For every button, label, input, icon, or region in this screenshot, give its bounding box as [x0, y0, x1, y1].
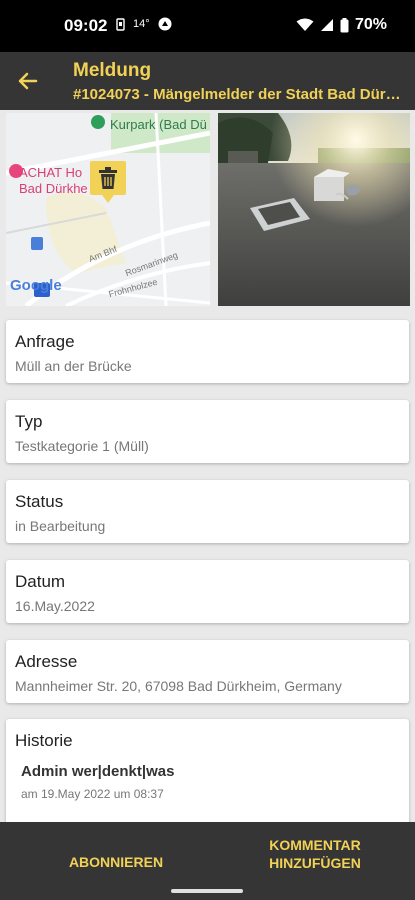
google-logo: Google: [10, 277, 62, 294]
history-card: Historie Admin wer|denkt|was am 19.May 2…: [6, 719, 409, 829]
trash-icon: [99, 167, 117, 189]
status-icons-right: 70%: [296, 16, 387, 34]
signal-icon: [320, 19, 333, 31]
map-marker[interactable]: [90, 161, 126, 205]
field-label: Typ: [15, 412, 43, 431]
page-title: Meldung: [73, 60, 152, 81]
app-bar: Meldung #1024073 - Mängelmelder der Stad…: [0, 52, 415, 110]
weather-icon: [158, 17, 172, 31]
status-bar: 09:02 14° 70%: [0, 0, 415, 52]
field-card-adresse: Adresse Mannheimer Str. 20, 67098 Bad Dü…: [6, 640, 409, 703]
map-label-hotel-city: Bad Dürkhe: [19, 181, 88, 196]
battery-percent: 70%: [354, 16, 387, 33]
subscribe-button[interactable]: ABONNIEREN: [40, 844, 192, 880]
photo-image: [218, 113, 410, 306]
field-value: Testkategorie 1 (Müll): [15, 438, 149, 454]
history-entry-date: am 19.May 2022 um 08:37: [21, 787, 164, 801]
field-card-typ: Typ Testkategorie 1 (Müll): [6, 400, 409, 463]
wifi-icon: [296, 18, 314, 31]
location-map[interactable]: Kurpark (Bad Dü ACHAT Ho Bad Dürkhe Am B…: [6, 113, 210, 306]
history-entry-title: Admin wer|denkt|was: [21, 763, 175, 780]
field-label: Datum: [15, 572, 66, 591]
field-value: in Bearbeitung: [15, 518, 106, 534]
map-label-park: Kurpark (Bad Dü: [110, 117, 207, 132]
back-button[interactable]: [10, 65, 46, 97]
field-value: 16.May.2022: [15, 598, 95, 614]
field-card-status: Status in Bearbeitung: [6, 480, 409, 543]
temperature: 14°: [133, 18, 150, 30]
field-value: Müll an der Brücke: [15, 358, 132, 374]
home-indicator[interactable]: [171, 889, 243, 893]
field-label: Adresse: [15, 652, 78, 671]
map-label-hotel: ACHAT Ho: [19, 165, 83, 180]
battery-icon: [340, 17, 349, 32]
field-card-datum: Datum 16.May.2022: [6, 560, 409, 623]
field-value: Mannheimer Str. 20, 67098 Bad Dürkheim, …: [15, 678, 342, 694]
sim-icon: [116, 17, 125, 31]
status-icons-left: 14°: [116, 17, 172, 31]
subscribe-label: ABONNIEREN: [68, 854, 164, 870]
page-subtitle: #1024073 - Mängelmelder der Stadt Bad Dü…: [73, 86, 403, 103]
field-label: Status: [15, 492, 64, 511]
report-photo[interactable]: [218, 113, 410, 306]
add-comment-label-line1: KOMMENTAR: [269, 837, 361, 853]
field-label: Anfrage: [15, 332, 75, 351]
clock: 09:02: [64, 16, 108, 35]
field-card-anfrage: Anfrage Müll an der Brücke: [6, 320, 409, 383]
add-comment-label-line2: HINZUFÜGEN: [269, 855, 361, 871]
arrow-left-icon: [18, 72, 38, 90]
add-comment-button[interactable]: KOMMENTAR HINZUFÜGEN: [236, 836, 394, 876]
history-label: Historie: [15, 731, 73, 750]
